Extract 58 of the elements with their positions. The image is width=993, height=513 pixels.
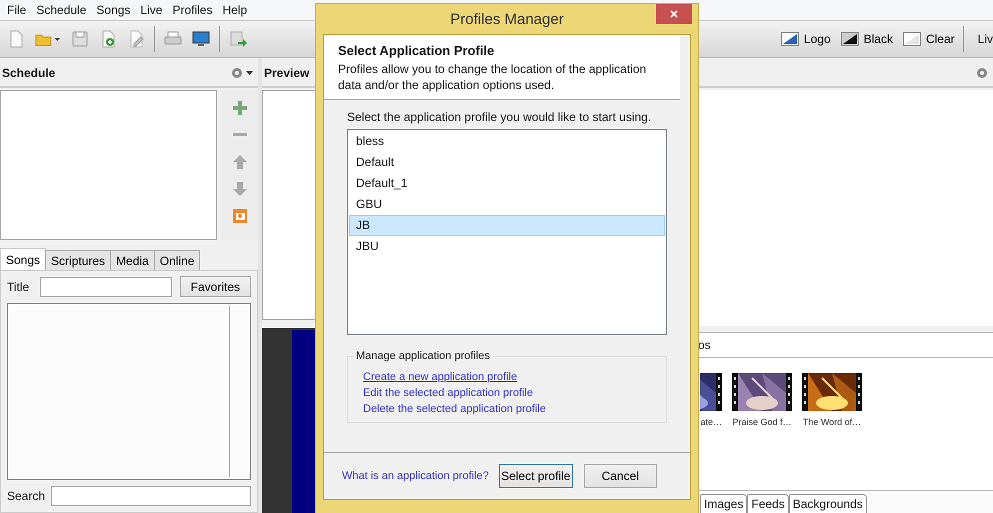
- dialog-button[interactable]: Select profile: [498, 464, 573, 488]
- screen-button[interactable]: Clear: [900, 32, 957, 46]
- favorites-button[interactable]: Favorites: [180, 276, 251, 297]
- export-icon[interactable]: [228, 29, 248, 49]
- close-icon: [669, 9, 679, 19]
- library-tab[interactable]: Songs: [0, 248, 46, 270]
- menu-item[interactable]: Live: [135, 3, 168, 17]
- media-caption: The Word of…: [802, 417, 862, 427]
- search-field[interactable]: [51, 486, 251, 506]
- prompt-text: Select the application profile you would like to start using.: [347, 110, 652, 124]
- live-label[interactable]: Liv: [970, 32, 993, 46]
- help-link[interactable]: What is an application profile?: [342, 470, 489, 482]
- profile-item[interactable]: GBU: [349, 194, 665, 215]
- media-caption: ate…: [700, 417, 722, 427]
- menu-item[interactable]: File: [2, 3, 32, 17]
- screen-mode-icon: [840, 32, 859, 46]
- profile-item[interactable]: bless: [349, 131, 665, 152]
- menu-item[interactable]: Songs: [91, 3, 136, 17]
- title-label: Title: [7, 280, 30, 294]
- monitor-icon[interactable]: [191, 29, 211, 49]
- add-icon[interactable]: [232, 100, 248, 116]
- screen-button[interactable]: Logo: [778, 32, 833, 46]
- bottom-tab[interactable]: Feeds: [747, 494, 789, 513]
- slides-icon[interactable]: [232, 208, 248, 224]
- screen-mode-icon: [780, 32, 799, 46]
- library-tab[interactable]: Scriptures: [45, 250, 112, 270]
- profile-item[interactable]: Default_1: [349, 173, 665, 194]
- profile-link[interactable]: Edit the selected application profile: [363, 385, 533, 401]
- library-tab[interactable]: Media: [110, 250, 155, 270]
- dialog-description: Profiles allow you to change the location of the application data and/or the application options used.: [338, 61, 648, 93]
- profile-item[interactable]: JB: [349, 215, 665, 236]
- profile-link[interactable]: Delete the selected application profile: [363, 401, 546, 417]
- dialog-heading: Select Application Profile: [338, 43, 496, 58]
- song-list[interactable]: [7, 303, 251, 480]
- schedule-list[interactable]: [0, 90, 217, 240]
- move-up-icon[interactable]: [232, 154, 248, 170]
- menu-item[interactable]: Profiles: [167, 3, 218, 17]
- profile-item[interactable]: Default: [349, 152, 665, 173]
- window-title: Profiles Manager: [450, 10, 564, 28]
- screen-mode-icon: [902, 32, 921, 46]
- bottom-tab[interactable]: Images: [700, 494, 748, 513]
- save-icon[interactable]: [70, 29, 90, 49]
- move-down-icon[interactable]: [232, 181, 248, 197]
- menu-item[interactable]: Help: [217, 3, 252, 17]
- menu-item[interactable]: Schedule: [31, 3, 92, 17]
- panel-title: Preview: [264, 66, 310, 80]
- library-tab[interactable]: Online: [154, 250, 200, 270]
- media-caption: Praise God f…: [732, 417, 792, 427]
- profile-link[interactable]: Create a new application profile: [363, 369, 518, 385]
- panel-title: Schedule: [2, 66, 56, 80]
- close-button[interactable]: [656, 4, 692, 24]
- screen-button[interactable]: Black: [838, 32, 895, 46]
- group-title: Manage application profiles: [354, 350, 492, 362]
- profile-item[interactable]: JBU: [349, 236, 665, 257]
- dialog-button[interactable]: Cancel: [584, 464, 657, 488]
- bottom-tab[interactable]: Backgrounds: [788, 494, 867, 513]
- search-label: Search: [7, 489, 43, 503]
- title-field[interactable]: [40, 276, 172, 296]
